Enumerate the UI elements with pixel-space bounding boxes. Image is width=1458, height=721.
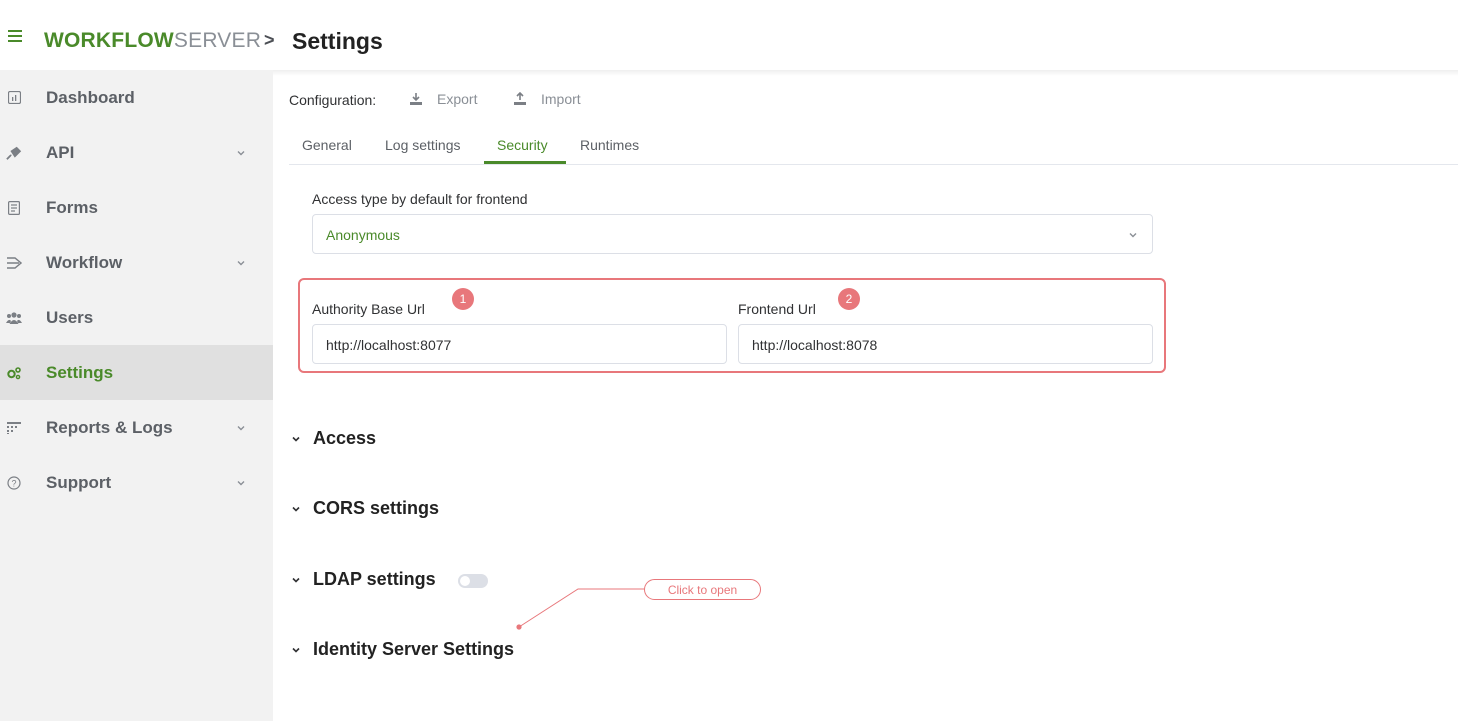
app-logo[interactable]: WORKFLOWSERVER xyxy=(44,29,261,53)
plug-icon xyxy=(6,145,22,161)
configuration-label: Configuration: xyxy=(289,92,377,108)
sidebar-item-label: Dashboard xyxy=(46,87,135,107)
chevron-down-icon xyxy=(237,260,245,265)
chevron-down-icon xyxy=(237,150,245,155)
frontend-url-label: Frontend Url xyxy=(738,301,816,317)
app-header: WORKFLOWSERVER > Settings xyxy=(0,0,1458,70)
sidebar-item-settings[interactable]: Settings xyxy=(0,345,273,400)
tab-runtimes[interactable]: Runtimes xyxy=(580,137,639,153)
logo-primary: WORKFLOW xyxy=(44,29,174,52)
section-title: Access xyxy=(313,428,377,448)
sidebar-item-label: Reports & Logs xyxy=(46,417,173,437)
section-ldap-settings[interactable]: LDAP settings xyxy=(291,569,436,590)
sidebar-item-label: Users xyxy=(46,307,94,327)
dashboard-icon xyxy=(6,90,22,106)
form-icon xyxy=(6,200,22,216)
chevron-down-icon xyxy=(237,480,245,485)
sidebar-item-forms[interactable]: Forms xyxy=(0,180,273,235)
active-tab-indicator xyxy=(484,161,566,164)
ldap-toggle[interactable] xyxy=(458,574,488,588)
sidebar-item-label: Settings xyxy=(46,362,114,382)
toggle-knob xyxy=(460,576,470,586)
sidebar-item-reports-logs[interactable]: Reports & Logs xyxy=(0,400,273,455)
section-cors-settings[interactable]: CORS settings xyxy=(291,498,439,519)
section-title: CORS settings xyxy=(313,498,440,518)
logo-secondary: SERVER xyxy=(173,29,262,52)
sidebar: Dashboard API Forms Workflow Users Setti… xyxy=(0,70,273,721)
frontend-url-input[interactable]: http://localhost:8078 xyxy=(738,324,1153,364)
export-button[interactable]: Export xyxy=(409,91,477,107)
annotation-badge-1: 1 xyxy=(452,288,474,310)
section-access[interactable]: Access xyxy=(291,428,376,449)
tab-security[interactable]: Security xyxy=(497,137,548,153)
chevron-down-icon xyxy=(292,647,300,653)
page-title: Settings xyxy=(292,28,383,54)
annotation-badge-2: 2 xyxy=(838,288,860,310)
annotation-callout: Click to open xyxy=(644,579,761,600)
section-identity-server-settings[interactable]: Identity Server Settings xyxy=(291,639,514,660)
hamburger-menu-icon[interactable] xyxy=(8,30,22,42)
download-icon xyxy=(410,93,422,105)
sidebar-item-users[interactable]: Users xyxy=(0,290,273,345)
tab-log-settings[interactable]: Log settings xyxy=(385,137,461,153)
workflow-icon xyxy=(6,255,22,271)
help-icon: ? xyxy=(6,475,22,491)
authority-base-url-label: Authority Base Url xyxy=(312,301,425,317)
sidebar-item-dashboard[interactable]: Dashboard xyxy=(0,70,273,125)
authority-base-url-input[interactable]: http://localhost:8077 xyxy=(312,324,727,364)
export-label: Export xyxy=(437,91,478,107)
import-label: Import xyxy=(541,91,581,107)
sidebar-item-label: Workflow xyxy=(46,252,123,272)
chevron-down-icon xyxy=(237,425,245,430)
chevron-down-icon xyxy=(292,506,300,512)
sidebar-item-label: Forms xyxy=(46,197,98,217)
chevron-down-icon xyxy=(1129,233,1137,238)
access-type-label: Access type by default for frontend xyxy=(312,191,528,207)
access-type-select[interactable]: Anonymous xyxy=(312,214,1153,254)
cogs-icon xyxy=(6,365,22,381)
section-title: Identity Server Settings xyxy=(313,639,515,659)
settings-tabs: General Log settings Security Runtimes xyxy=(289,127,1458,165)
sidebar-item-label: API xyxy=(46,142,75,162)
sidebar-item-label: Support xyxy=(46,472,112,492)
breadcrumb-separator: > xyxy=(264,30,275,50)
sidebar-item-api[interactable]: API xyxy=(0,125,273,180)
sidebar-item-workflow[interactable]: Workflow xyxy=(0,235,273,290)
access-type-value: Anonymous xyxy=(326,227,400,243)
header-shadow xyxy=(273,70,1458,76)
tab-general[interactable]: General xyxy=(302,137,352,153)
svg-text:?: ? xyxy=(11,478,16,488)
chevron-down-icon xyxy=(292,436,300,442)
section-title: LDAP settings xyxy=(313,569,436,589)
sidebar-item-support[interactable]: ? Support xyxy=(0,455,273,510)
upload-icon xyxy=(514,92,526,105)
reports-icon xyxy=(6,420,22,436)
chevron-down-icon xyxy=(292,577,300,583)
import-button[interactable]: Import xyxy=(513,91,581,107)
users-icon xyxy=(6,310,22,326)
